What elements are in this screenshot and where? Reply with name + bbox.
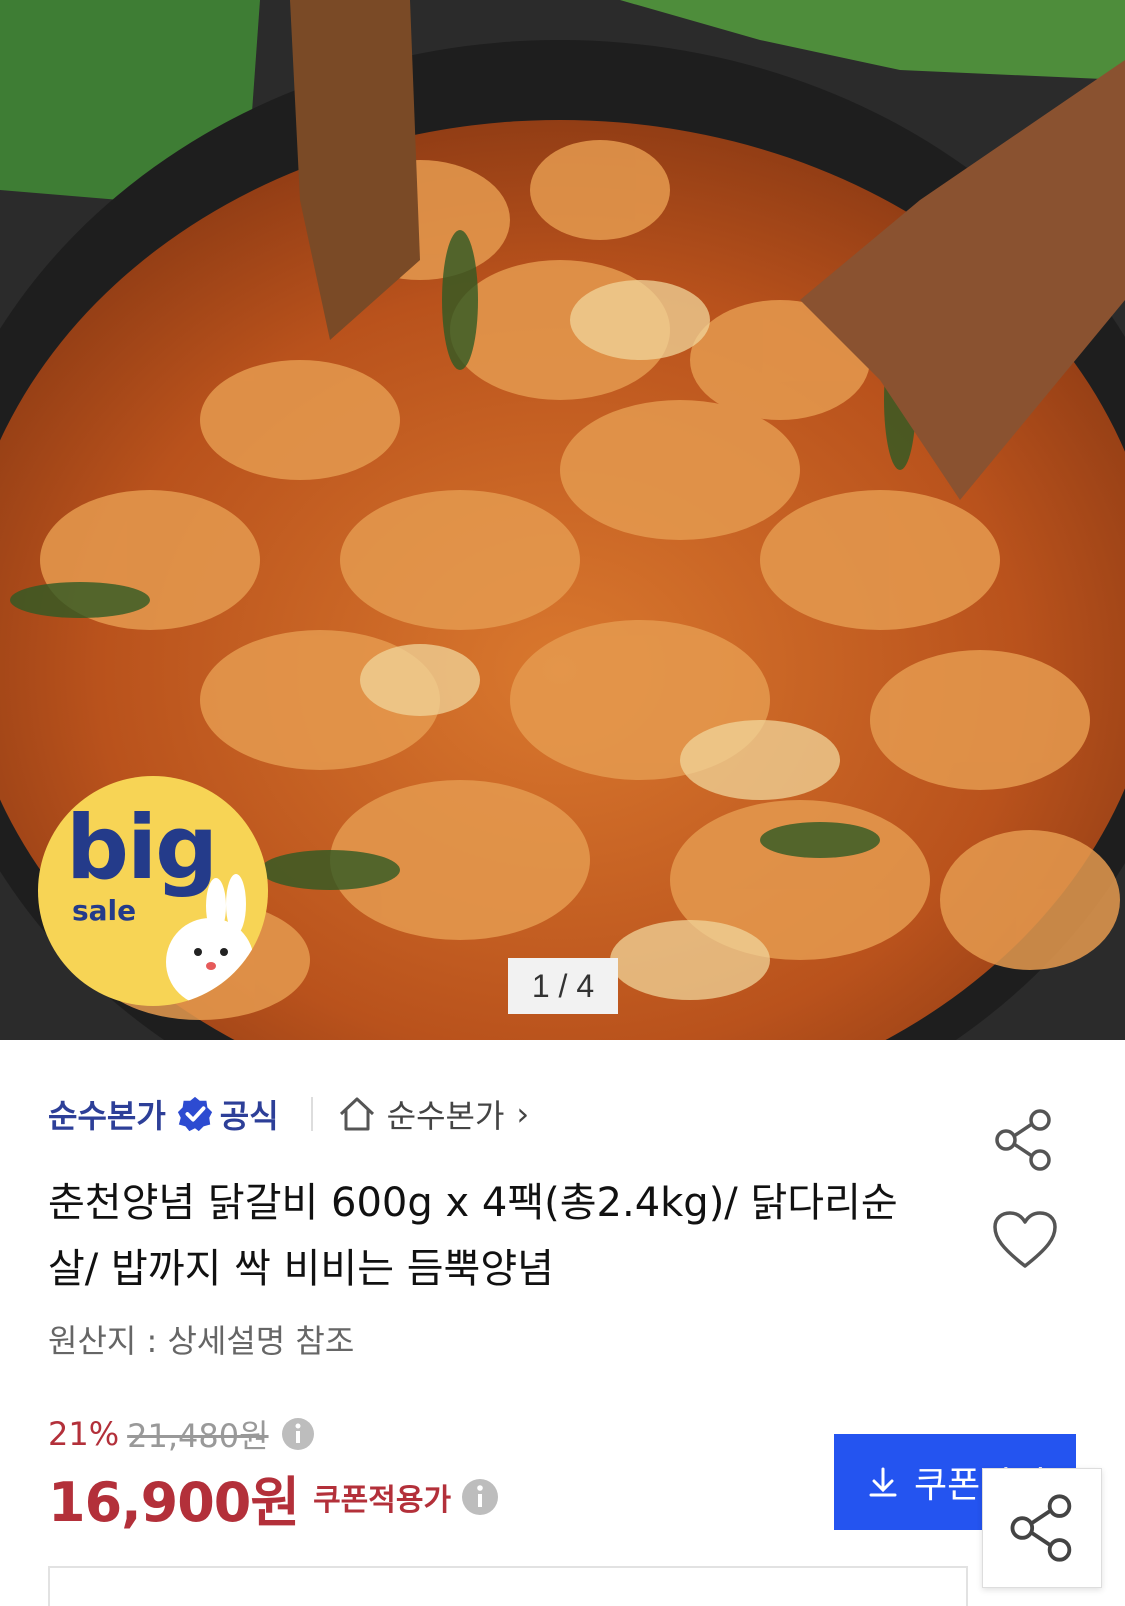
discount-rate: 21% xyxy=(48,1415,120,1453)
share-icon xyxy=(1010,1494,1072,1562)
chevron-right-icon: › xyxy=(516,1095,530,1133)
origin-info: 원산지 : 상세설명 참조 xyxy=(48,1322,355,1360)
info-icon[interactable] xyxy=(281,1417,315,1451)
official-label: 공식 xyxy=(219,1097,279,1135)
product-image-gallery[interactable]: big sale 1 / 4 xyxy=(0,0,1125,1040)
heart-icon[interactable] xyxy=(992,1210,1058,1270)
store-link[interactable]: 순수본가 xyxy=(387,1091,505,1137)
info-icon[interactable] xyxy=(461,1478,499,1516)
floating-share-button[interactable] xyxy=(982,1468,1102,1588)
image-counter: 1 / 4 xyxy=(508,958,618,1014)
product-title: 춘천양념 닭갈비 600g x 4팩(총2.4kg)/ 닭다리순살/ 밥까지 싹… xyxy=(48,1180,898,1292)
seller-divider xyxy=(310,1097,313,1131)
big-sale-badge: big sale xyxy=(38,776,268,1006)
share-icon[interactable] xyxy=(992,1108,1056,1172)
coupon-price-label: 쿠폰적용가 xyxy=(313,1483,452,1518)
option-select-box[interactable] xyxy=(48,1566,968,1606)
verified-check-icon xyxy=(177,1096,212,1132)
seller-row: 순수본가 공식 순수본가 › xyxy=(48,1088,529,1140)
home-icon[interactable] xyxy=(337,1094,377,1134)
seller-name[interactable]: 순수본가 xyxy=(48,1091,166,1137)
final-price: 16,900원 xyxy=(48,1470,300,1534)
download-icon xyxy=(869,1467,897,1497)
final-price-row: 16,900원 쿠폰적용가 xyxy=(48,1462,499,1534)
original-price: 21,480원 xyxy=(127,1417,269,1455)
rabbit-icon xyxy=(166,874,254,1006)
original-price-row: 21% 21,480원 xyxy=(48,1410,315,1458)
